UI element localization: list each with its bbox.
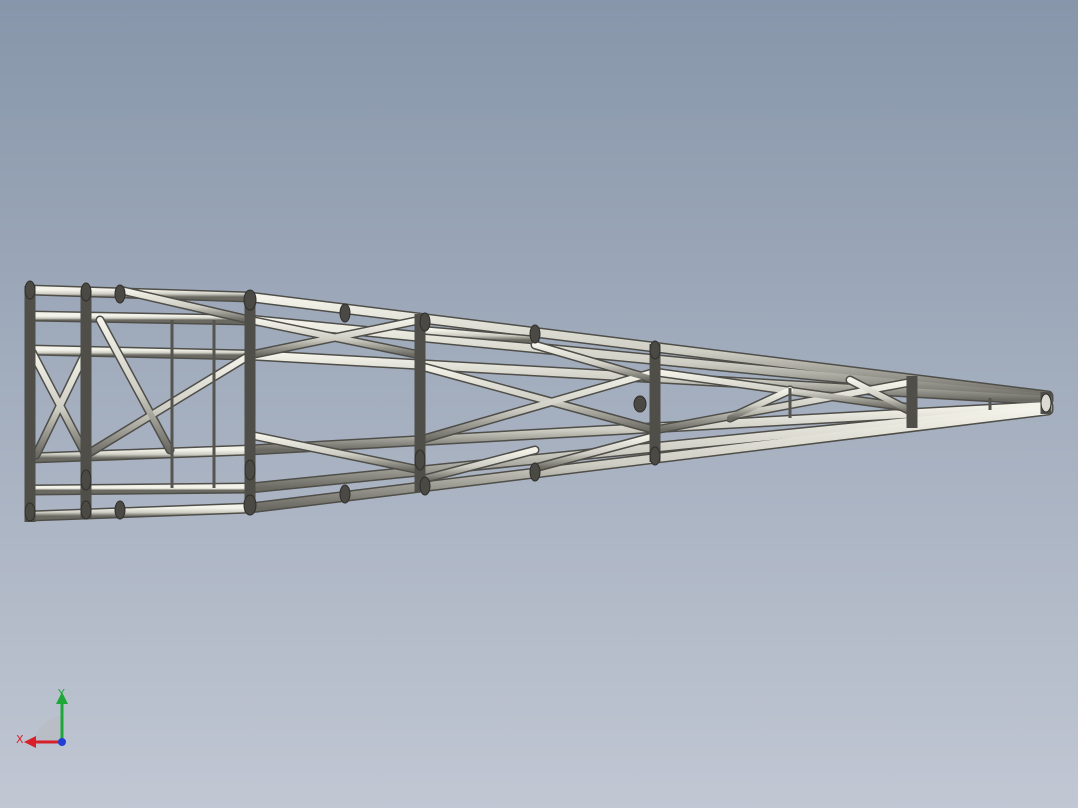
x-axis-label: X [16,733,24,746]
y-axis-label: Y [58,687,65,700]
coordinate-triad[interactable]: X Y [12,686,76,752]
graphics-viewport[interactable]: X Y [0,0,1078,808]
truss-model[interactable] [0,0,1078,808]
